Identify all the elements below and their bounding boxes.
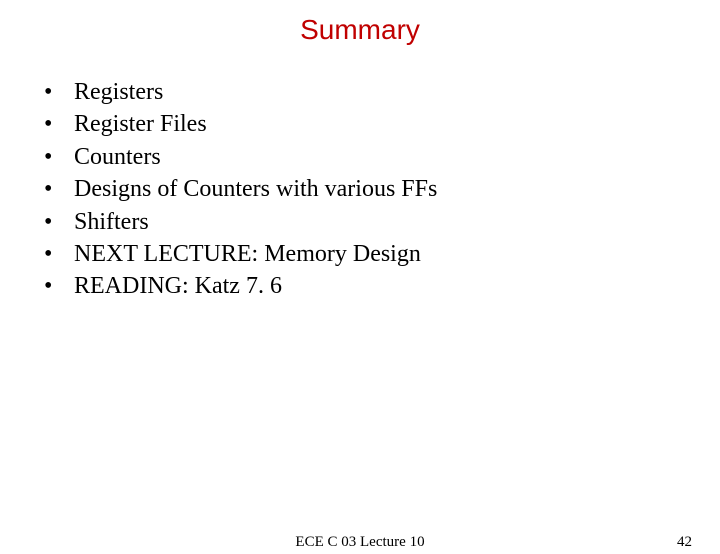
list-item-text: Designs of Counters with various FFs — [74, 173, 437, 205]
bullet-icon: • — [38, 108, 74, 140]
slide-title: Summary — [0, 14, 720, 46]
list-item: • Register Files — [38, 108, 720, 140]
list-item-text: READING: Katz 7. 6 — [74, 270, 282, 302]
bullet-icon: • — [38, 173, 74, 205]
list-item: • Designs of Counters with various FFs — [38, 173, 720, 205]
footer-page-number: 42 — [677, 534, 692, 551]
bullet-list: • Registers • Register Files • Counters … — [38, 76, 720, 303]
list-item-text: Counters — [74, 141, 161, 173]
bullet-icon: • — [38, 141, 74, 173]
bullet-icon: • — [38, 238, 74, 270]
list-item-text: NEXT LECTURE: Memory Design — [74, 238, 421, 270]
list-item: • Shifters — [38, 206, 720, 238]
list-item: • READING: Katz 7. 6 — [38, 270, 720, 302]
list-item-text: Shifters — [74, 206, 149, 238]
bullet-icon: • — [38, 206, 74, 238]
list-item-text: Registers — [74, 76, 163, 108]
bullet-icon: • — [38, 76, 74, 108]
list-item: • NEXT LECTURE: Memory Design — [38, 238, 720, 270]
list-item-text: Register Files — [74, 108, 207, 140]
footer-lecture-label: ECE C 03 Lecture 10 — [295, 534, 424, 551]
list-item: • Counters — [38, 141, 720, 173]
bullet-icon: • — [38, 270, 74, 302]
list-item: • Registers — [38, 76, 720, 108]
